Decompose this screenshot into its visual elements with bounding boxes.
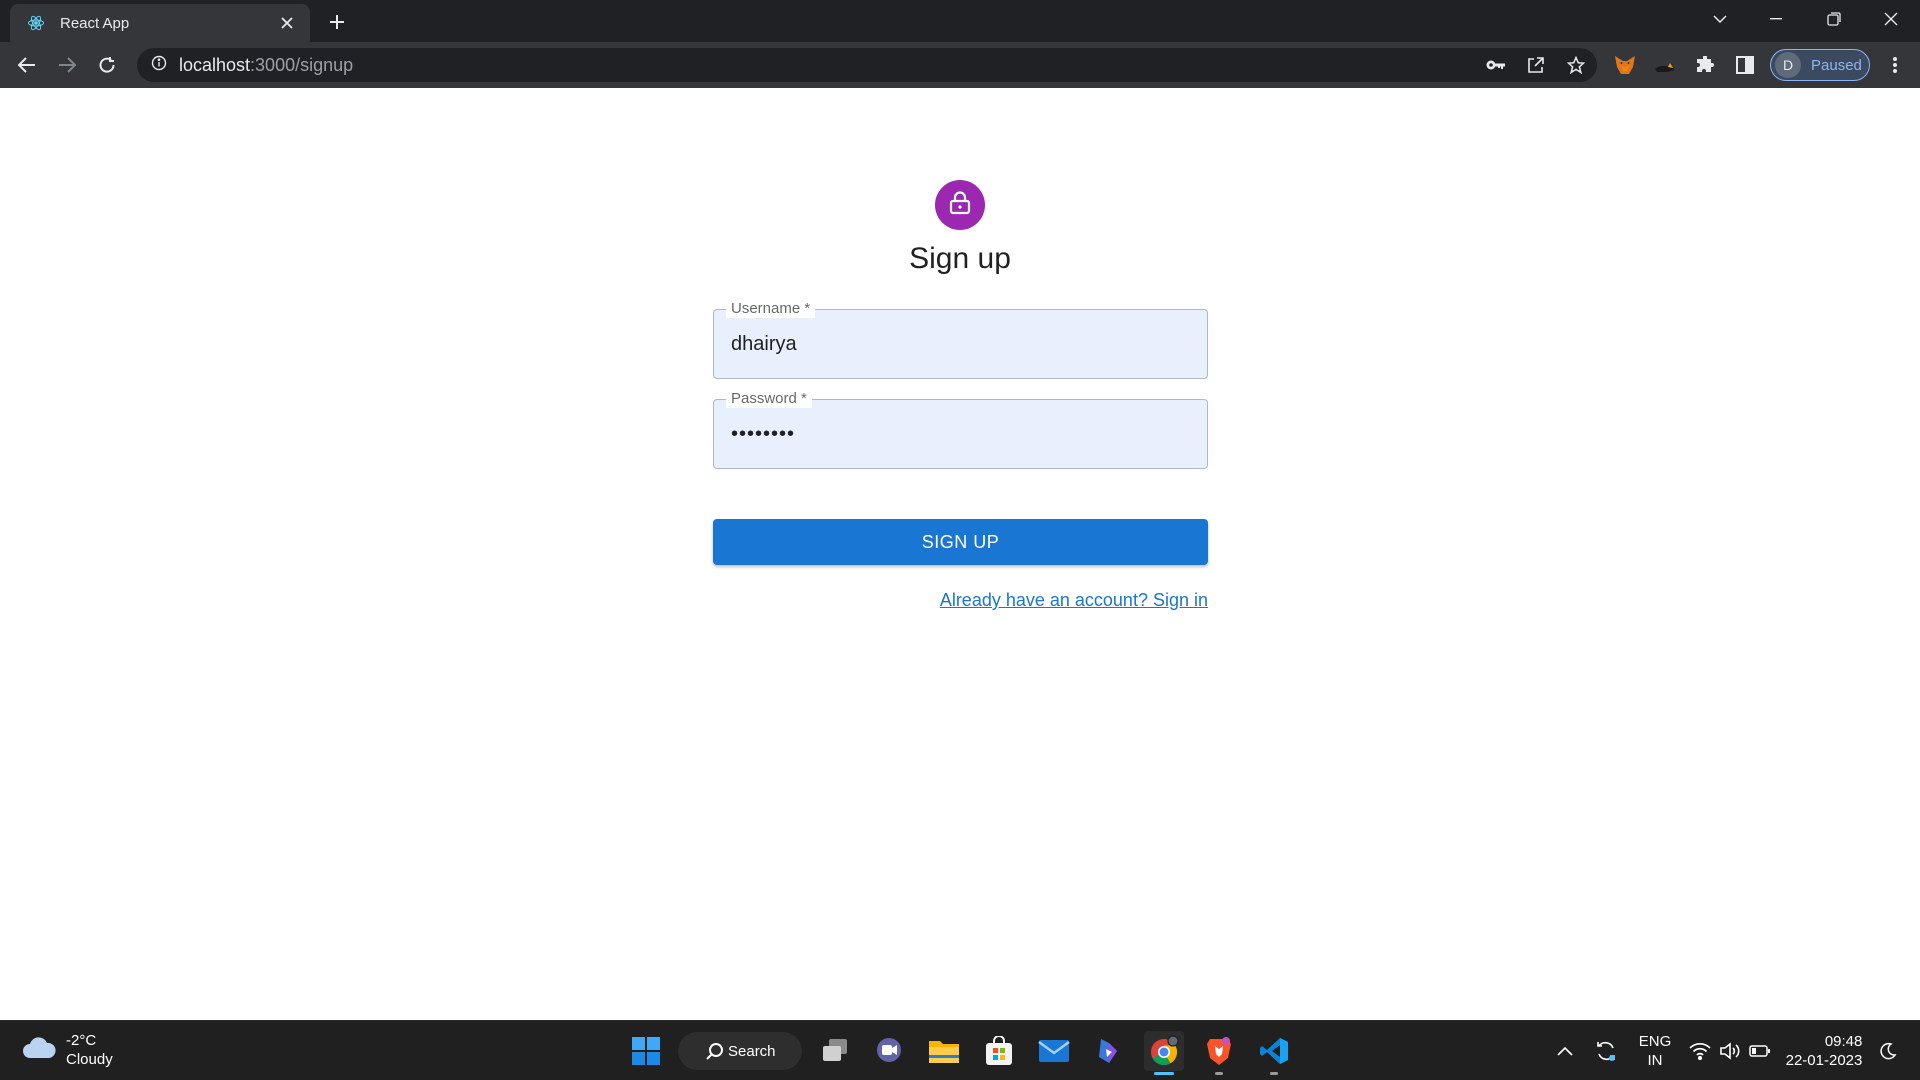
language-line2: IN bbox=[1647, 1052, 1663, 1069]
search-icon bbox=[706, 1042, 724, 1064]
browser-tabstrip: React App bbox=[0, 0, 1920, 42]
close-tab-icon[interactable] bbox=[276, 12, 298, 34]
brave-running-indicator bbox=[1215, 1072, 1223, 1075]
language-indicator[interactable]: ENG IN bbox=[1632, 1021, 1678, 1080]
cloud-icon bbox=[22, 1036, 56, 1064]
site-info-icon[interactable] bbox=[151, 55, 167, 76]
sign-up-button[interactable]: SIGN UP bbox=[713, 519, 1208, 565]
sign-in-link-text[interactable]: Already have an account? Sign in bbox=[940, 590, 1208, 610]
bing-copilot-icon[interactable] bbox=[1089, 1031, 1129, 1071]
taskbar-search[interactable]: Search bbox=[678, 1032, 802, 1070]
microsoft-store-icon[interactable] bbox=[979, 1031, 1019, 1071]
sync-icon[interactable] bbox=[1590, 1021, 1622, 1080]
password-label: Password * bbox=[726, 390, 812, 408]
extension-cat-icon[interactable] bbox=[1650, 50, 1680, 80]
windows-start-icon[interactable] bbox=[626, 1031, 666, 1071]
profile-status: Paused bbox=[1811, 56, 1862, 74]
reload-icon[interactable] bbox=[92, 50, 122, 80]
username-label: Username * bbox=[726, 300, 816, 318]
weather-temp: -2°C bbox=[66, 1032, 97, 1049]
profile-button[interactable]: D Paused bbox=[1770, 49, 1870, 81]
lock-avatar bbox=[935, 180, 985, 230]
react-logo-icon bbox=[26, 13, 46, 33]
teams-chat-icon[interactable] bbox=[869, 1031, 909, 1071]
language-line1: ENG bbox=[1638, 1033, 1672, 1050]
key-icon[interactable] bbox=[1481, 48, 1511, 82]
show-hidden-icons-chevron-icon[interactable] bbox=[1552, 1021, 1578, 1080]
extensions-puzzle-icon[interactable] bbox=[1690, 50, 1720, 80]
metamask-fox-icon[interactable] bbox=[1610, 50, 1640, 80]
browser-toolbar: localhost:3000/signup D Paused bbox=[0, 42, 1920, 88]
weather-desc: Cloudy bbox=[66, 1051, 113, 1068]
tab-title: React App bbox=[60, 14, 130, 32]
username-field[interactable]: Username * bbox=[713, 300, 1208, 379]
close-window-icon[interactable] bbox=[1863, 0, 1919, 38]
search-label: Search bbox=[728, 1042, 776, 1060]
url-host: localhost bbox=[179, 54, 251, 75]
lock-icon bbox=[949, 190, 971, 220]
chrome-icon[interactable] bbox=[1144, 1031, 1184, 1075]
forward-arrow-icon[interactable] bbox=[52, 50, 82, 80]
username-input[interactable] bbox=[714, 310, 1207, 378]
kebab-menu-icon[interactable] bbox=[1880, 50, 1910, 80]
file-explorer-icon[interactable] bbox=[924, 1031, 964, 1071]
restore-icon[interactable] bbox=[1806, 0, 1862, 38]
url-path: :3000/signup bbox=[250, 54, 354, 75]
focus-moon-icon[interactable] bbox=[1874, 1021, 1902, 1080]
brave-browser-icon[interactable] bbox=[1199, 1031, 1239, 1075]
battery-icon[interactable] bbox=[1746, 1021, 1774, 1080]
chrome-active-indicator bbox=[1154, 1072, 1174, 1075]
tab-search-chevron-icon[interactable] bbox=[1692, 0, 1748, 38]
weather-widget[interactable]: -2°C Cloudy bbox=[22, 1031, 113, 1069]
clock-time: 09:48 bbox=[1824, 1033, 1863, 1050]
password-field[interactable]: Password * bbox=[713, 390, 1208, 469]
minimize-icon[interactable] bbox=[1748, 0, 1804, 38]
side-panel-icon[interactable] bbox=[1730, 50, 1760, 80]
bookmark-star-icon[interactable] bbox=[1561, 48, 1591, 82]
page-title: Sign up bbox=[909, 242, 1011, 275]
password-input[interactable] bbox=[714, 400, 1207, 468]
vscode-icon[interactable] bbox=[1254, 1031, 1294, 1075]
sign-in-link[interactable]: Already have an account? Sign in bbox=[0, 590, 1208, 611]
wifi-icon[interactable] bbox=[1686, 1021, 1714, 1080]
clock[interactable]: 09:48 22-01-2023 bbox=[1782, 1021, 1866, 1080]
page-content: Sign up Username * Password * SIGN UP Al… bbox=[0, 88, 1920, 1020]
mail-icon[interactable] bbox=[1034, 1031, 1074, 1071]
volume-icon[interactable] bbox=[1716, 1021, 1744, 1080]
share-icon[interactable] bbox=[1521, 48, 1551, 82]
taskbar: -2°C Cloudy Search ENG IN 09:48 22-01-20… bbox=[0, 1020, 1920, 1080]
back-arrow-icon[interactable] bbox=[12, 50, 42, 80]
new-tab-icon[interactable] bbox=[324, 9, 350, 35]
address-bar[interactable]: localhost:3000/signup bbox=[137, 48, 1597, 82]
browser-tab[interactable]: React App bbox=[10, 4, 310, 42]
task-view-icon[interactable] bbox=[815, 1031, 855, 1071]
profile-avatar: D bbox=[1775, 52, 1801, 78]
clock-date: 22-01-2023 bbox=[1785, 1052, 1863, 1069]
vscode-running-indicator bbox=[1270, 1072, 1278, 1075]
